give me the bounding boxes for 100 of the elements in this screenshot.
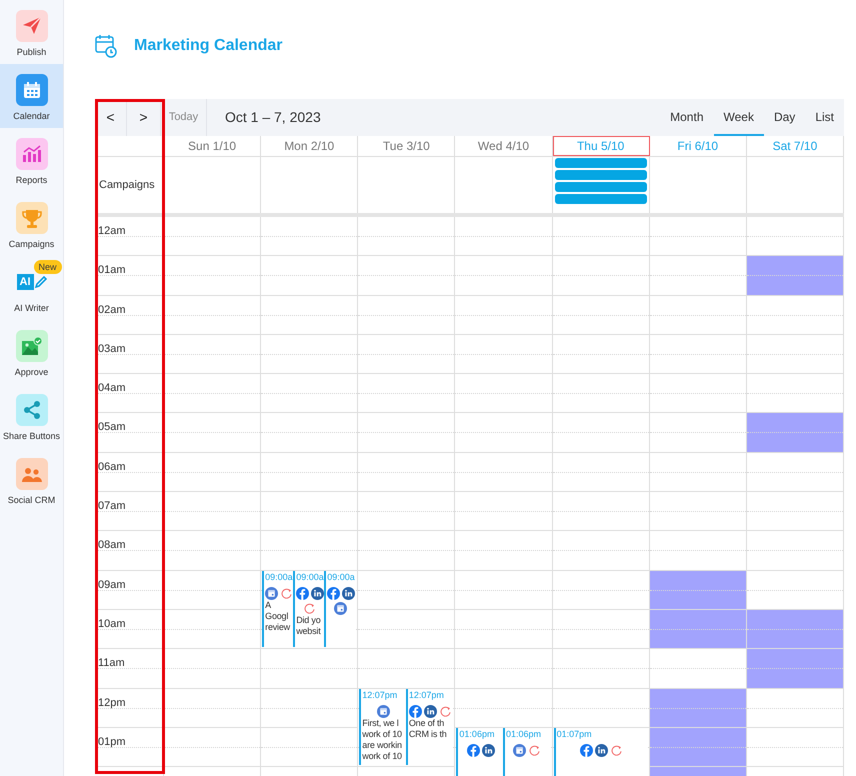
time-slot[interactable] [358, 452, 456, 492]
time-slot[interactable] [552, 374, 650, 414]
time-slot[interactable] [455, 649, 553, 689]
time-slot[interactable] [358, 570, 456, 610]
time-slot[interactable] [746, 413, 844, 453]
time-slot[interactable] [746, 688, 844, 728]
time-slot[interactable] [358, 256, 456, 296]
time-slot[interactable] [261, 256, 358, 296]
time-slot[interactable]: 12:07pm First, we l work of 10 are workin work of 10 12:07pm One of th CRM is th [358, 688, 456, 768]
time-slot[interactable] [164, 728, 262, 768]
time-slot[interactable] [455, 610, 553, 650]
time-slot[interactable] [746, 728, 844, 768]
time-slot[interactable] [164, 217, 262, 256]
time-slot[interactable] [552, 531, 650, 571]
time-slot[interactable] [164, 374, 262, 414]
time-slot[interactable] [164, 256, 262, 296]
time-slot[interactable] [552, 452, 650, 492]
time-slot[interactable] [261, 728, 358, 768]
time-slot[interactable] [358, 217, 456, 256]
time-slot[interactable] [261, 688, 358, 728]
campaign-bar[interactable] [554, 182, 647, 192]
sidebar-item[interactable]: Approve [0, 320, 63, 384]
time-slot[interactable] [455, 217, 553, 256]
time-slot[interactable] [358, 296, 456, 335]
time-slot[interactable] [650, 413, 747, 453]
sidebar-item[interactable]: AI New AI Writer [0, 256, 63, 320]
sidebar-item[interactable]: Reports [0, 128, 63, 192]
time-slot[interactable] [261, 413, 358, 453]
time-slot[interactable] [455, 492, 553, 532]
time-slot[interactable] [746, 452, 844, 492]
time-slot[interactable] [650, 296, 747, 335]
event-card[interactable]: 09:00a A Googl review [262, 570, 294, 648]
time-slot[interactable] [552, 649, 650, 689]
time-slot[interactable] [164, 413, 262, 453]
time-slot[interactable] [746, 334, 844, 374]
time-slot[interactable] [261, 296, 358, 335]
time-slot[interactable] [261, 492, 358, 532]
time-slot[interactable] [455, 413, 553, 453]
time-slot[interactable] [552, 334, 650, 374]
time-slot[interactable] [261, 217, 358, 256]
time-slot[interactable] [552, 296, 650, 335]
time-slot[interactable] [455, 296, 553, 335]
time-slot[interactable] [650, 374, 747, 414]
time-slot[interactable] [455, 334, 553, 374]
time-slot[interactable] [358, 413, 456, 453]
view-tab[interactable]: Month [660, 99, 714, 136]
time-slot[interactable] [455, 256, 553, 296]
time-slot[interactable] [746, 531, 844, 571]
time-slot[interactable] [650, 688, 747, 728]
previous-button[interactable]: < [95, 99, 127, 136]
time-slot[interactable] [746, 296, 844, 335]
sidebar-item[interactable]: Calendar [0, 64, 63, 128]
sidebar-item[interactable]: Social CRM [0, 448, 63, 512]
time-slot[interactable] [358, 334, 456, 374]
time-slot[interactable] [455, 570, 553, 610]
time-slot[interactable] [261, 334, 358, 374]
time-slot[interactable] [358, 531, 456, 571]
time-slot[interactable] [164, 688, 262, 728]
sidebar-item[interactable]: Publish [0, 0, 63, 64]
time-slot[interactable] [164, 334, 262, 374]
time-slot[interactable] [650, 728, 747, 768]
time-slot[interactable] [261, 452, 358, 492]
time-slot[interactable] [650, 256, 747, 296]
time-slot[interactable] [455, 374, 553, 414]
event-card[interactable]: 12:07pm One of th CRM is th [406, 688, 452, 766]
view-tab[interactable]: List [805, 99, 844, 136]
time-slot[interactable] [552, 256, 650, 296]
next-button[interactable]: > [127, 99, 161, 136]
time-slot[interactable] [650, 217, 747, 256]
time-slot[interactable] [164, 531, 262, 571]
time-slot[interactable] [746, 256, 844, 296]
time-slot[interactable] [358, 492, 456, 532]
time-slot[interactable] [552, 413, 650, 453]
time-slot[interactable] [261, 374, 358, 414]
time-slot[interactable] [650, 334, 747, 374]
time-slot[interactable] [164, 296, 262, 335]
event-card[interactable]: 12:07pm First, we l work of 10 are workin work of 10 [359, 688, 406, 766]
time-slot[interactable] [552, 610, 650, 650]
time-slot[interactable] [650, 570, 747, 610]
campaign-bar[interactable] [554, 158, 647, 168]
time-slot[interactable] [746, 610, 844, 650]
time-slot[interactable] [455, 452, 553, 492]
time-slot[interactable] [746, 649, 844, 689]
time-slot[interactable] [164, 649, 262, 689]
time-slot[interactable] [552, 570, 650, 610]
campaign-bar[interactable] [554, 194, 647, 204]
time-slot[interactable] [261, 649, 358, 689]
sidebar-item[interactable]: Campaigns [0, 192, 63, 256]
sidebar-item[interactable]: Share Buttons [0, 384, 63, 448]
event-card[interactable]: 09:00a Did yo websit [293, 570, 324, 648]
time-slot[interactable] [650, 452, 747, 492]
time-slot[interactable] [746, 492, 844, 532]
view-tab[interactable]: Week [714, 99, 764, 136]
time-slot[interactable] [650, 610, 747, 650]
time-slot[interactable] [358, 374, 456, 414]
time-slot[interactable] [164, 610, 262, 650]
time-slot[interactable] [164, 570, 262, 610]
time-slot[interactable] [650, 492, 747, 532]
time-slot[interactable] [358, 610, 456, 650]
time-slot[interactable] [552, 217, 650, 256]
